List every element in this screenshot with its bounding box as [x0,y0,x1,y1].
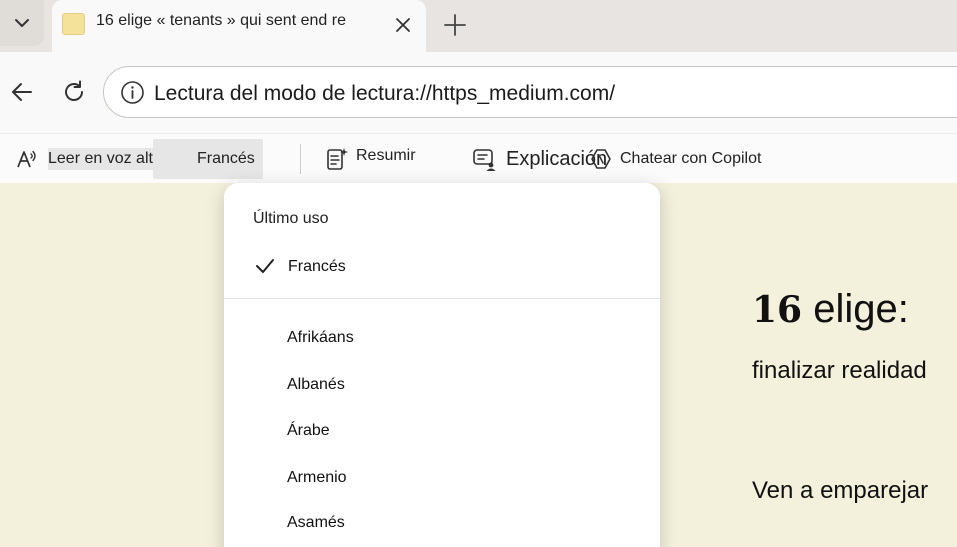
tab-list-button[interactable] [0,0,44,46]
active-tab[interactable]: 16 elige « tenants » qui sent end re [52,0,426,52]
language-option[interactable]: Afrikáans [287,329,354,347]
immersive-reader-toolbar: Leer en voz alta ab Francés Resumir Expl… [0,133,957,183]
recently-used-label: Último uso [253,210,329,227]
url-text[interactable]: Lectura del modo de lectura://https_medi… [154,82,615,106]
address-bar[interactable]: Lectura del modo de lectura://https_medi… [103,66,957,118]
language-select-value: Francés [197,150,255,167]
language-dropdown: Último uso Francés Afrikáans Albanés Ára… [224,183,660,547]
back-button[interactable] [6,76,38,108]
tab-title: 16 elige « tenants » qui sent end re [96,12,346,29]
info-icon[interactable] [120,80,145,105]
language-option[interactable]: Albanés [287,376,345,394]
article-title-text: elige: [813,287,909,331]
language-option-selected[interactable]: Francés [224,247,660,287]
arrow-left-icon [12,83,32,101]
language-option[interactable]: Asamés [287,514,345,532]
copilot-label: Chatear con Copilot [620,150,762,167]
explain-icon [473,149,496,171]
navigation-bar: Lectura del modo de lectura://https_medi… [0,52,957,133]
article-title-number: 16 [752,289,803,331]
new-tab-button[interactable] [440,10,470,40]
plus-icon [444,14,466,36]
toolbar-divider [300,144,301,174]
dropdown-divider [224,298,660,299]
language-option[interactable]: Armenio [287,469,347,487]
tab-close-button[interactable] [390,12,416,38]
reload-button[interactable] [58,76,90,108]
chat-copilot-button[interactable]: Chatear con Copilot [590,134,761,184]
article-subtitle: finalizar realidad [752,357,927,384]
tab-favicon-icon [62,13,85,35]
article-paragraph: Ven a emparejar [752,477,929,504]
tab-strip: 16 elige « tenants » qui sent end re [0,0,957,52]
summarize-label: Resumir [356,147,416,164]
language-option[interactable]: Árabe [287,422,330,440]
summarize-button[interactable]: Resumir [326,134,416,184]
summarize-icon [327,148,348,170]
copilot-icon [591,149,611,169]
refresh-icon [65,80,83,101]
article-title: 16 elige: [752,287,909,332]
read-aloud-icon [17,150,36,168]
explain-button[interactable]: Explicación [472,134,607,184]
chevron-down-icon [15,19,29,27]
translate-language-select[interactable]: Francés [153,139,263,179]
checkmark-icon [256,259,274,273]
close-icon [396,18,410,32]
language-option-label: Francés [288,258,346,275]
